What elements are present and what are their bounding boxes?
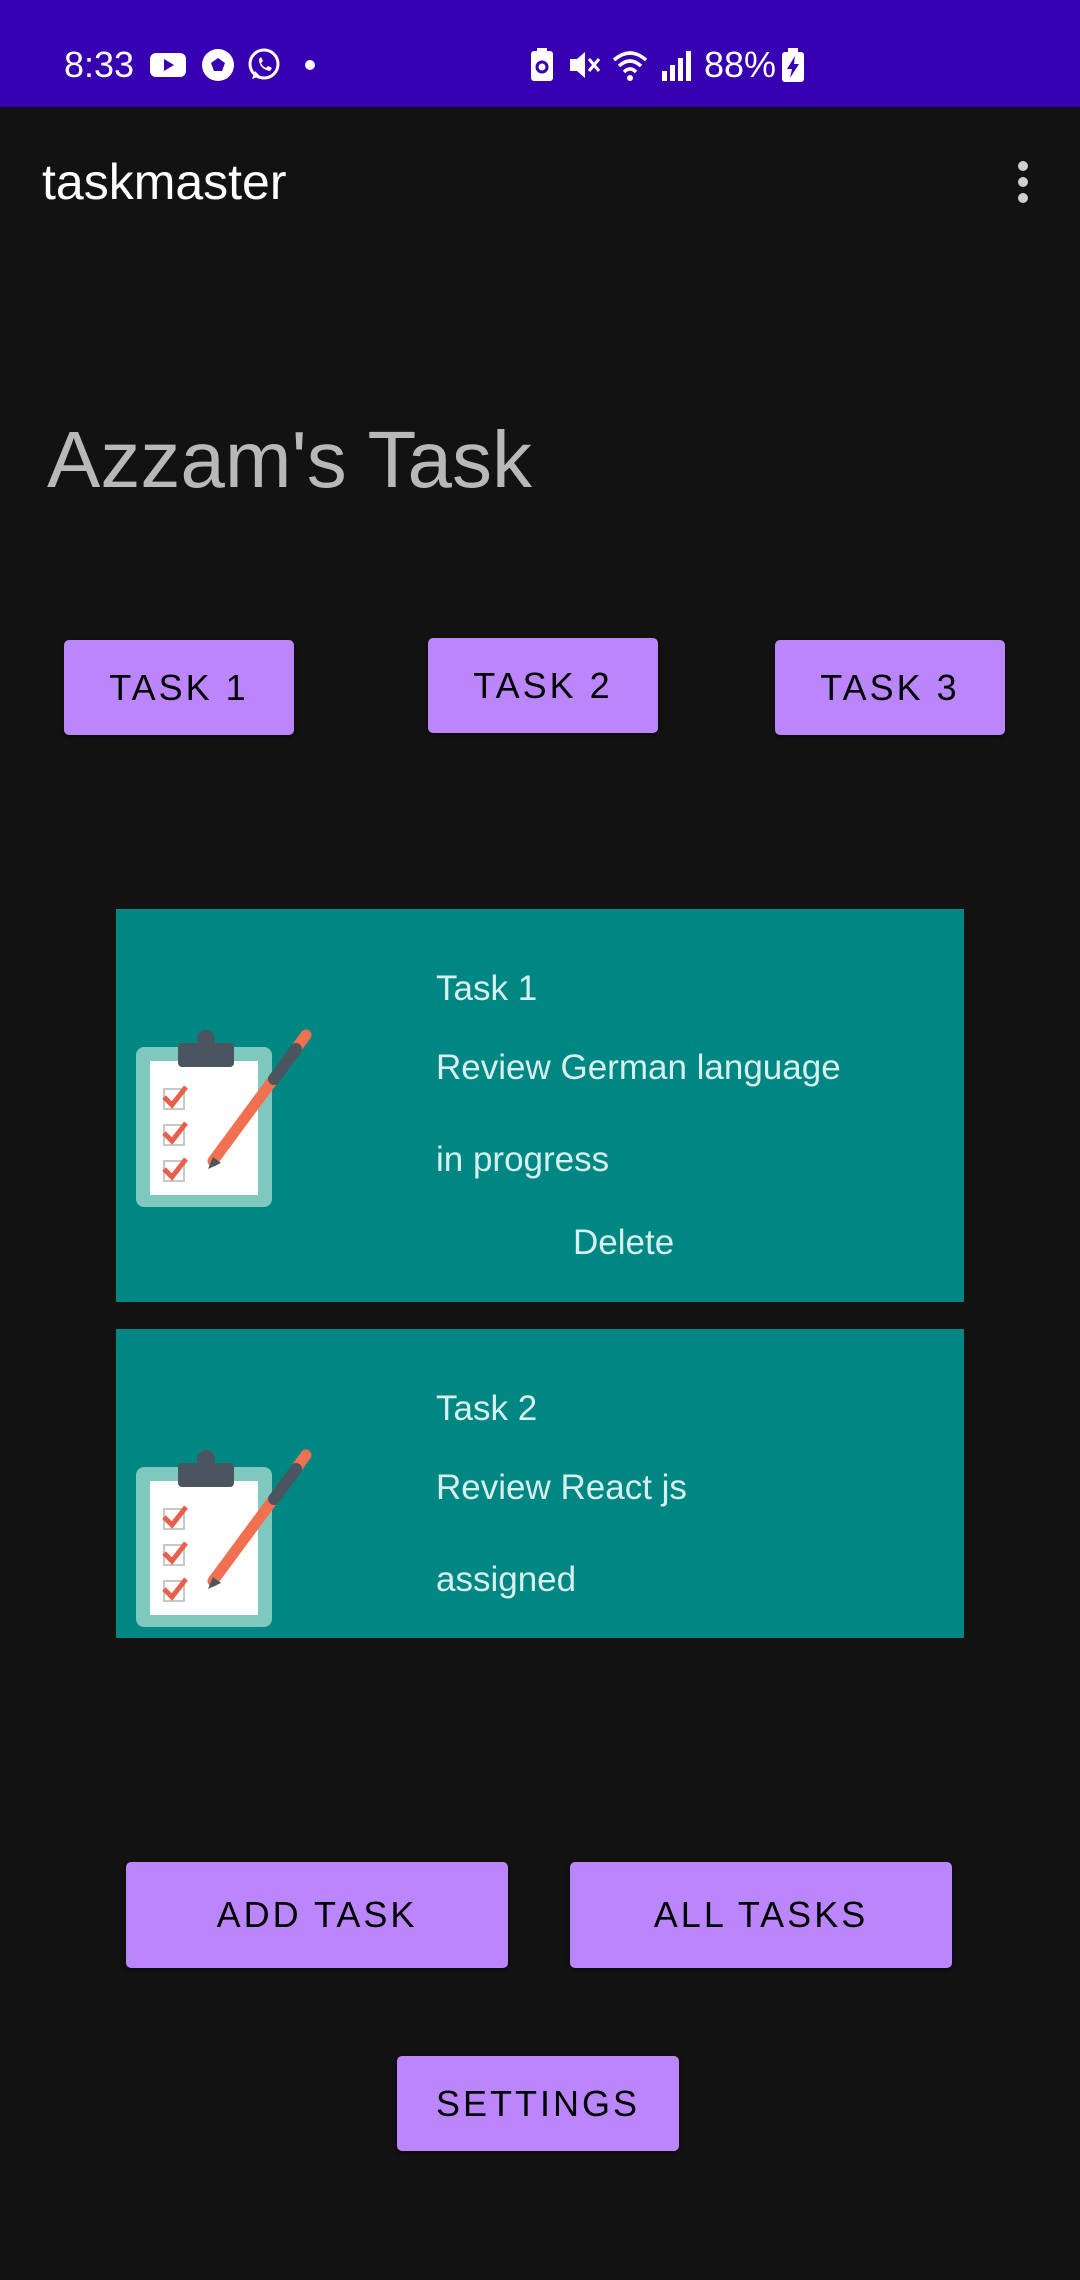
task-card[interactable]: Task 2 Review React js assigned (116, 1329, 964, 1638)
task-title: Task 2 (436, 1389, 538, 1428)
status-time: 8:33 (64, 44, 135, 85)
task-state: assigned (436, 1560, 577, 1599)
task-body: Review React js (436, 1468, 687, 1507)
task-3-button[interactable]: TASK 3 (775, 640, 1005, 735)
battery-charging-icon (782, 48, 804, 82)
task-1-button[interactable]: TASK 1 (64, 640, 294, 735)
delete-button[interactable]: Delete (573, 1225, 674, 1260)
dot-icon (305, 60, 315, 70)
add-task-button[interactable]: ADD TASK (126, 1862, 508, 1968)
wifi-icon (612, 51, 648, 81)
task-card[interactable]: Task 1 Review German language in progres… (116, 909, 964, 1302)
battery-percent: 88% (704, 44, 777, 85)
clipboard-icon (136, 1449, 312, 1627)
task-body: Review German language (436, 1048, 841, 1087)
all-tasks-button[interactable]: ALL TASKS (570, 1862, 952, 1968)
battery-saver-icon (531, 48, 553, 81)
soccer-ball-icon (202, 49, 234, 81)
settings-button[interactable]: SETTINGS (397, 2056, 679, 2151)
task-2-button[interactable]: TASK 2 (428, 638, 658, 733)
page-title: Azzam's Task (47, 415, 533, 504)
whatsapp-icon (248, 48, 280, 80)
mute-icon (570, 52, 601, 78)
more-vert-icon[interactable] (1010, 158, 1036, 206)
task-state: in progress (436, 1140, 610, 1179)
task-title: Task 1 (436, 969, 538, 1008)
app-title: taskmaster (42, 154, 287, 210)
clipboard-icon (136, 1029, 312, 1207)
youtube-icon (150, 53, 186, 77)
signal-icon (662, 51, 691, 81)
status-bar: 8:33 88% (0, 0, 1080, 107)
